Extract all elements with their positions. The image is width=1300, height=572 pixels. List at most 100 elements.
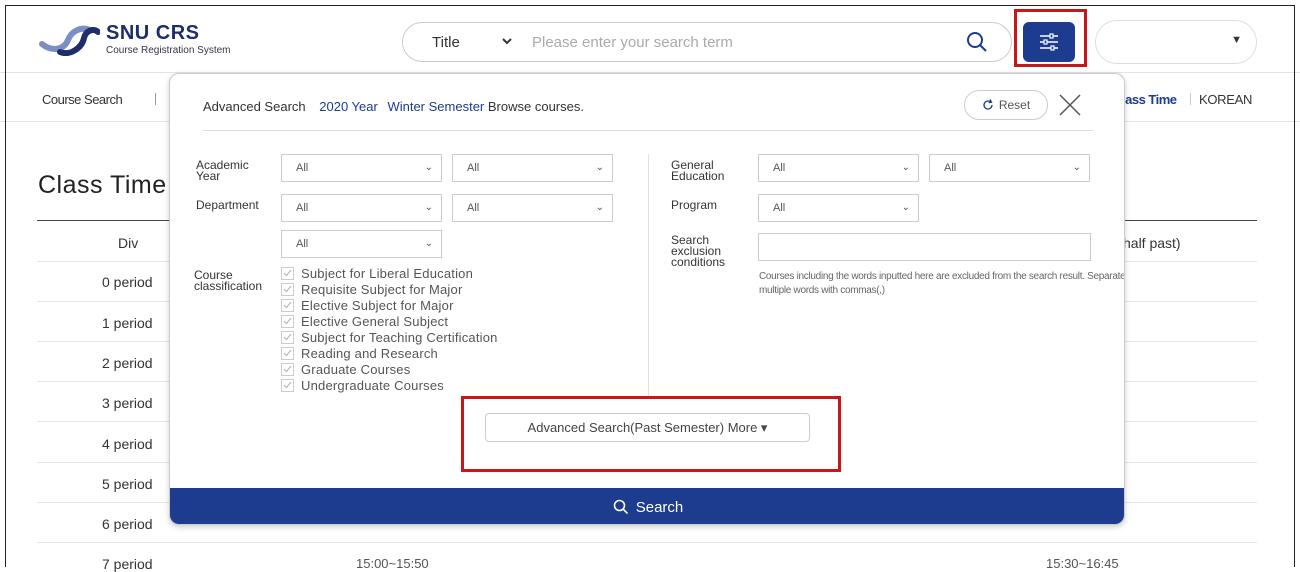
- chevron-down-icon[interactable]: [502, 36, 532, 48]
- checkbox[interactable]: [281, 346, 294, 360]
- close-icon[interactable]: [1056, 91, 1084, 119]
- modal-browse-text: Browse courses.: [487, 99, 584, 114]
- general-education-sub-select[interactable]: All ⌄: [929, 154, 1090, 182]
- department-label: Department: [196, 198, 259, 212]
- general-education-select[interactable]: All ⌄: [758, 154, 919, 182]
- program-label: Program: [671, 198, 718, 212]
- nav-language-korean[interactable]: KOREAN: [1199, 92, 1252, 107]
- department-third-select[interactable]: All ⌄: [281, 230, 442, 258]
- search-exclusion-label: Search exclusion conditions: [671, 233, 726, 269]
- chevron-down-icon: ⌄: [1072, 162, 1081, 173]
- chevron-down-icon: ⌄: [595, 162, 604, 173]
- period-label: 1 period: [102, 315, 153, 331]
- select-value: All: [773, 162, 786, 174]
- classification-option[interactable]: Elective Subject for Major: [281, 297, 498, 313]
- department-sub-select[interactable]: All ⌄: [452, 194, 613, 222]
- checkbox[interactable]: [281, 282, 294, 296]
- search-icon[interactable]: [961, 26, 993, 58]
- header: SNU CRS Course Registration System Title…: [0, 0, 1300, 72]
- modal-divider: [203, 130, 1093, 131]
- select-value: All: [944, 162, 957, 174]
- classification-checkbox-list: Subject for Liberal Education Requisite …: [281, 265, 498, 393]
- program-select[interactable]: All ⌄: [758, 194, 919, 222]
- highlight-box-filter: [1014, 9, 1087, 67]
- search-input[interactable]: [532, 33, 961, 51]
- checkbox[interactable]: [281, 330, 294, 344]
- caret-down-icon: ▼: [1231, 34, 1242, 46]
- search-exclusion-input[interactable]: [758, 233, 1091, 261]
- nav-course-search[interactable]: Course Search: [42, 92, 123, 107]
- period-label: 0 period: [102, 274, 153, 290]
- row-divider: [37, 542, 1257, 543]
- time-cell: 15:30~16:45: [1046, 556, 1119, 571]
- exclusion-note: Courses including the words inputted her…: [759, 271, 1125, 296]
- classification-option[interactable]: Requisite Subject for Major: [281, 281, 498, 297]
- classification-option[interactable]: Subject for Teaching Certification: [281, 329, 498, 345]
- classification-label: Elective Subject for Major: [301, 297, 454, 313]
- academic-year-select[interactable]: All ⌄: [281, 154, 442, 182]
- classification-label: Subject for Teaching Certification: [301, 329, 498, 345]
- refresh-icon: [983, 99, 993, 110]
- column-header-half-past: half past): [1123, 235, 1181, 251]
- chevron-down-icon: ⌄: [901, 162, 910, 173]
- checkbox[interactable]: [281, 298, 294, 312]
- checkbox[interactable]: [281, 378, 294, 392]
- classification-label: Undergraduate Courses: [301, 377, 444, 393]
- reset-button[interactable]: Reset: [964, 90, 1048, 120]
- classification-label: Elective General Subject: [301, 313, 449, 329]
- brand-subtitle: Course Registration System: [106, 44, 231, 56]
- checkbox[interactable]: [281, 362, 294, 376]
- brand-title: SNU CRS: [106, 21, 200, 44]
- select-value: All: [467, 162, 480, 174]
- period-label: 2 period: [102, 355, 153, 371]
- chevron-down-icon: ⌄: [595, 202, 604, 213]
- logo[interactable]: SNU CRS Course Registration System: [38, 22, 231, 56]
- classification-label: Reading and Research: [301, 345, 438, 361]
- period-label: 4 period: [102, 436, 153, 452]
- search-button-label: Search: [635, 498, 684, 516]
- select-value: All: [296, 238, 309, 250]
- page-title: Class Time: [38, 171, 167, 199]
- search-icon: [613, 499, 628, 515]
- chevron-down-icon: ⌄: [901, 202, 910, 213]
- classification-option[interactable]: Subject for Liberal Education: [281, 265, 498, 281]
- academic-year-sub-select[interactable]: All ⌄: [452, 154, 613, 182]
- academic-year-label: Academic Year: [196, 158, 249, 183]
- modal-year: 2020 Year: [319, 99, 378, 114]
- search-type-select[interactable]: Title: [432, 34, 502, 51]
- period-label: 6 period: [102, 516, 153, 532]
- nav-class-time[interactable]: lass Time: [1122, 92, 1177, 107]
- select-value: All: [773, 202, 786, 214]
- snu-logo-icon: [39, 25, 100, 56]
- general-education-label: General Education: [671, 158, 725, 183]
- classification-option[interactable]: Undergraduate Courses: [281, 377, 498, 393]
- select-value: All: [467, 202, 480, 214]
- classification-label: Subject for Liberal Education: [301, 265, 474, 281]
- chevron-down-icon: ⌄: [424, 162, 433, 173]
- classification-option[interactable]: Elective General Subject: [281, 313, 498, 329]
- highlight-box-more: [461, 396, 841, 472]
- chevron-down-icon: ⌄: [424, 202, 433, 213]
- column-divider: [648, 154, 649, 399]
- reset-label: Reset: [998, 98, 1031, 112]
- nav-divider: [155, 93, 156, 105]
- checkbox[interactable]: [281, 266, 294, 280]
- search-bar: Title: [402, 22, 1012, 62]
- chevron-down-icon: ⌄: [424, 238, 433, 249]
- classification-label: Requisite Subject for Major: [301, 281, 463, 297]
- checkbox[interactable]: [281, 314, 294, 328]
- time-cell: 15:00~15:50: [356, 556, 429, 571]
- search-button[interactable]: Search: [170, 488, 1124, 524]
- period-label: 7 period: [102, 556, 153, 572]
- course-classification-label: Course classification: [194, 268, 263, 293]
- department-select[interactable]: All ⌄: [281, 194, 442, 222]
- user-menu-select[interactable]: ▼: [1095, 20, 1257, 64]
- classification-option[interactable]: Graduate Courses: [281, 361, 498, 377]
- classification-option[interactable]: Reading and Research: [281, 345, 498, 361]
- modal-semester: Winter Semester: [387, 99, 485, 114]
- select-value: All: [296, 162, 309, 174]
- modal-heading: Advanced Search 2020 Year Winter Semeste…: [203, 99, 584, 114]
- column-header-div: Div: [118, 235, 139, 251]
- period-label: 3 period: [102, 395, 153, 411]
- select-value: All: [296, 202, 309, 214]
